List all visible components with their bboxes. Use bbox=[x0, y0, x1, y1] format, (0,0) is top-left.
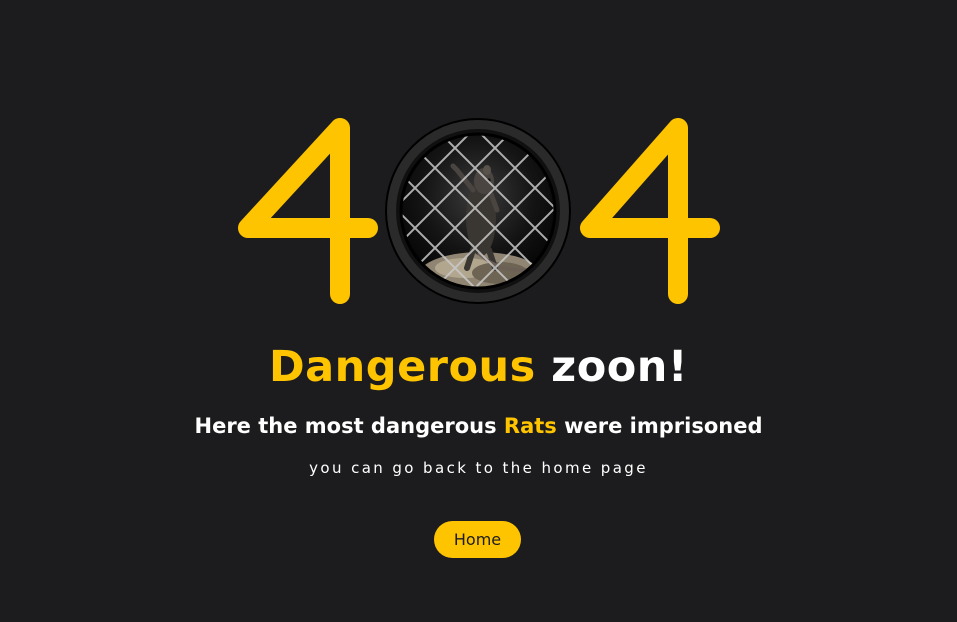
subtitle-before-text: Here the most dangerous bbox=[194, 414, 504, 438]
not-found-page: Dangerous zoon! Here the most dangerous … bbox=[0, 0, 957, 622]
digit-four-left bbox=[238, 118, 378, 304]
digit-four-right bbox=[580, 118, 720, 304]
page-subtitle: Here the most dangerous Rats were impris… bbox=[0, 414, 957, 438]
headline-rest-text: zoon! bbox=[535, 342, 689, 392]
page-headline: Dangerous zoon! bbox=[0, 342, 957, 392]
cage-rat-image bbox=[385, 118, 571, 304]
subtitle-after-text: were imprisoned bbox=[556, 414, 763, 438]
home-button[interactable]: Home bbox=[434, 521, 521, 558]
headline-accent-text: Dangerous bbox=[268, 342, 536, 392]
back-hint-text: you can go back to the home page bbox=[309, 459, 648, 477]
subtitle-accent-text: Rats bbox=[503, 414, 557, 438]
error-code-404 bbox=[0, 110, 957, 310]
